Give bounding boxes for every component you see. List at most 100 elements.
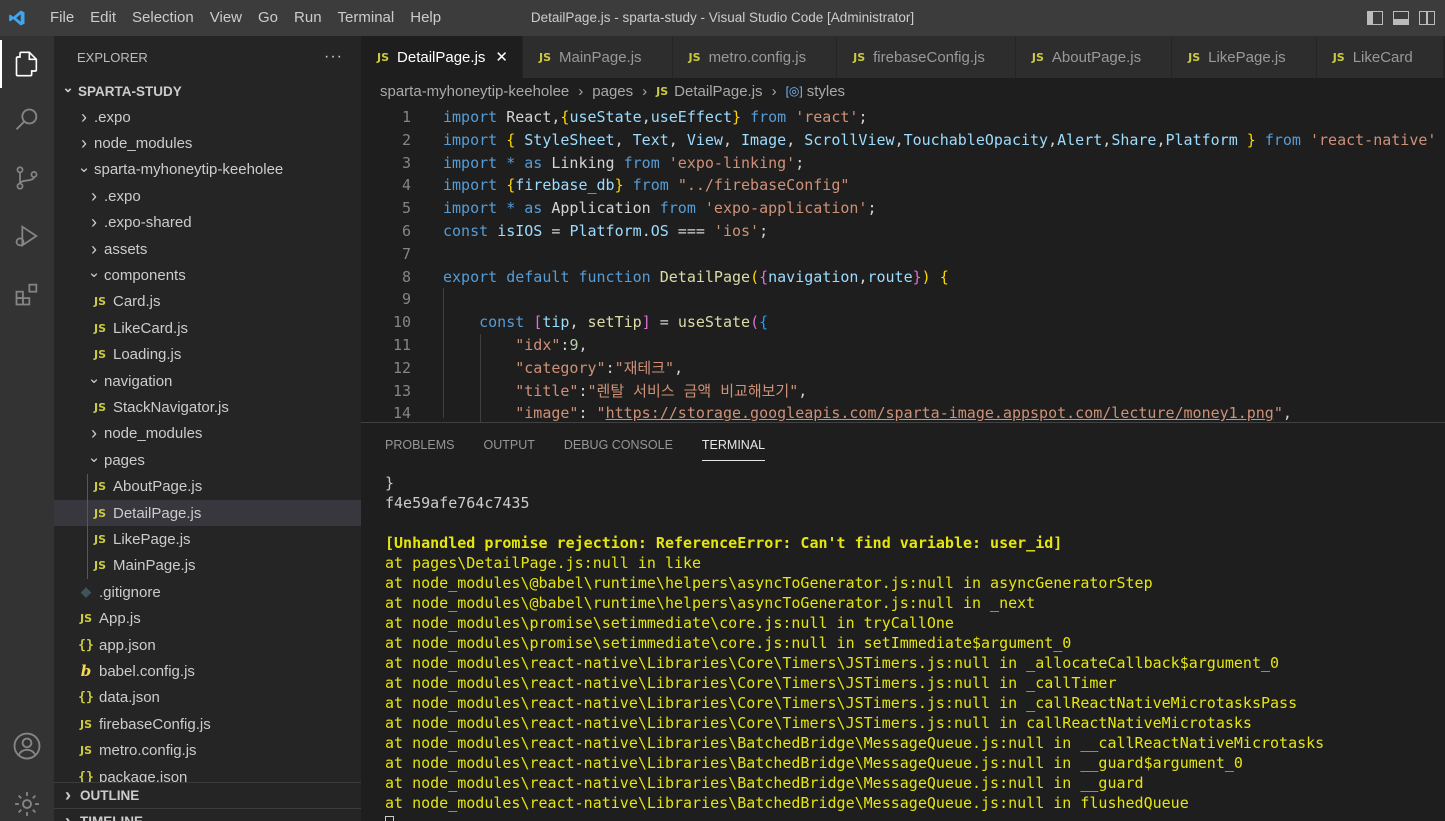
code-token: , bbox=[1048, 131, 1058, 149]
tree-item-label: sparta-myhoneytip-keeholee bbox=[94, 161, 284, 179]
terminal-line: at node_modules\@babel\runtime\helpers\a… bbox=[385, 594, 1036, 612]
toggle-sidebar-icon[interactable] bbox=[1367, 11, 1383, 25]
panel-tab-terminal[interactable]: TERMINAL bbox=[701, 423, 766, 467]
tree-item[interactable]: › node_modules bbox=[54, 421, 361, 447]
code-token: StyleSheet bbox=[524, 131, 615, 149]
code-token: ScrollView bbox=[804, 131, 895, 149]
outline-section[interactable]: › OUTLINE bbox=[54, 782, 361, 808]
tree-item[interactable]: › assets bbox=[54, 236, 361, 262]
menu-go[interactable]: Go bbox=[250, 0, 286, 36]
source-control-icon[interactable] bbox=[0, 154, 54, 202]
terminal-cursor[interactable] bbox=[385, 813, 1324, 821]
search-icon[interactable] bbox=[0, 96, 54, 144]
toggle-panel-icon[interactable] bbox=[1393, 11, 1409, 25]
tree-item[interactable]: JS AboutPage.js bbox=[54, 474, 361, 500]
panel-tab-problems[interactable]: PROBLEMS bbox=[385, 423, 454, 467]
code-token: 'expo-application' bbox=[704, 199, 868, 217]
menu-file[interactable]: File bbox=[42, 0, 82, 36]
breadcrumb-symbol[interactable]: styles bbox=[807, 83, 845, 100]
indent-guide bbox=[443, 288, 444, 418]
js-file-icon: JS bbox=[1188, 50, 1201, 64]
code-token: , bbox=[641, 108, 651, 126]
code-token: Text bbox=[632, 131, 669, 149]
code-token: ) bbox=[921, 268, 931, 286]
tree-item-label: app.json bbox=[99, 636, 156, 654]
tree-item[interactable]: ◆ .gitignore bbox=[54, 579, 361, 605]
split-layout-icon[interactable] bbox=[1419, 11, 1435, 25]
tree-item[interactable]: JS LikePage.js bbox=[54, 526, 361, 552]
panel-tab-debug-console[interactable]: DEBUG CONSOLE bbox=[564, 423, 673, 467]
tab-label: LikePage.js bbox=[1208, 48, 1286, 66]
tree-item[interactable]: {} app.json bbox=[54, 632, 361, 658]
tree-item[interactable]: JS Loading.js bbox=[54, 342, 361, 368]
tree-item[interactable]: JS DetailPage.js bbox=[54, 500, 361, 526]
tree-item[interactable]: JS Card.js bbox=[54, 289, 361, 315]
tree-item-label: firebaseConfig.js bbox=[99, 715, 211, 733]
extensions-icon[interactable] bbox=[0, 270, 54, 318]
terminal-output[interactable]: } f4e59afe764c7435 [Unhandled promise rej… bbox=[385, 473, 1324, 821]
tree-item-label: DetailPage.js bbox=[113, 504, 202, 522]
terminal-line: at node_modules\promise\setimmediate\cor… bbox=[385, 634, 1072, 652]
menu-run[interactable]: Run bbox=[286, 0, 330, 36]
tab-likecard[interactable]: JS LikeCard bbox=[1316, 36, 1444, 78]
js-file-icon: JS bbox=[93, 506, 106, 520]
files-icon[interactable] bbox=[0, 40, 54, 88]
menu-edit[interactable]: Edit bbox=[82, 0, 124, 36]
js-file-icon: JS bbox=[93, 295, 106, 309]
code-text: export default function DetailPage({navi… bbox=[443, 266, 949, 289]
chevron-right-icon: › bbox=[65, 811, 71, 821]
outline-label: OUTLINE bbox=[80, 788, 140, 803]
close-icon[interactable]: ✕ bbox=[495, 48, 508, 66]
tree-item[interactable]: › .expo bbox=[54, 183, 361, 209]
line-number: 11 bbox=[392, 336, 411, 354]
code-token: , bbox=[894, 131, 904, 149]
tree-item[interactable]: ⌄ components bbox=[54, 262, 361, 288]
tab-aboutpage-js[interactable]: JS AboutPage.js bbox=[1015, 36, 1173, 78]
tree-item[interactable]: JS metro.config.js bbox=[54, 738, 361, 764]
timeline-section[interactable]: › TIMELINE bbox=[54, 808, 361, 821]
breadcrumb-subfolder[interactable]: pages bbox=[592, 83, 633, 100]
js-file-icon: JS bbox=[93, 400, 106, 414]
menu-view[interactable]: View bbox=[202, 0, 250, 36]
run-debug-icon[interactable] bbox=[0, 212, 54, 260]
tree-item[interactable]: › node_modules bbox=[54, 130, 361, 156]
tree-item[interactable]: JS LikeCard.js bbox=[54, 315, 361, 341]
account-icon[interactable] bbox=[0, 722, 54, 770]
tab-firebaseconfig-js[interactable]: JS firebaseConfig.js bbox=[837, 36, 1016, 78]
tab-metro-config-js[interactable]: JS metro.config.js bbox=[672, 36, 838, 78]
tree-item[interactable]: JS App.js bbox=[54, 606, 361, 632]
breadcrumb-folder[interactable]: sparta-myhoneytip-keeholee bbox=[380, 83, 569, 100]
tree-item[interactable]: ⌄ pages bbox=[54, 447, 361, 473]
tree-item[interactable]: ⌄ sparta-myhoneytip-keeholee bbox=[54, 157, 361, 183]
settings-gear-icon[interactable] bbox=[0, 780, 54, 821]
tree-root-folder[interactable]: ⌄ SPARTA-STUDY bbox=[54, 78, 361, 104]
js-file-icon: JS bbox=[79, 744, 92, 758]
tree-item[interactable]: JS StackNavigator.js bbox=[54, 394, 361, 420]
code-token: import bbox=[443, 154, 498, 172]
menu-selection[interactable]: Selection bbox=[124, 0, 202, 36]
chevron-down-icon: ⌄ bbox=[77, 158, 91, 176]
panel-tab-output[interactable]: OUTPUT bbox=[483, 423, 534, 467]
tab-likepage-js[interactable]: JS LikePage.js bbox=[1172, 36, 1317, 78]
js-file-icon: JS bbox=[93, 532, 106, 546]
tab-detailpage-js[interactable]: JS DetailPage.js ✕ bbox=[361, 36, 523, 78]
menu-help[interactable]: Help bbox=[402, 0, 449, 36]
tree-item[interactable]: › .expo-shared bbox=[54, 210, 361, 236]
tree-item[interactable]: JS firebaseConfig.js bbox=[54, 711, 361, 737]
tree-item[interactable]: › .expo bbox=[54, 104, 361, 130]
more-actions-icon[interactable]: ··· bbox=[324, 48, 343, 66]
tree-item[interactable]: {} data.json bbox=[54, 685, 361, 711]
breadcrumb-file[interactable]: DetailPage.js bbox=[674, 83, 762, 100]
tree-item[interactable]: ⌄ navigation bbox=[54, 368, 361, 394]
code-token: . bbox=[641, 222, 651, 240]
menu-terminal[interactable]: Terminal bbox=[330, 0, 403, 36]
tree-item[interactable]: b babel.config.js bbox=[54, 658, 361, 684]
tab-mainpage-js[interactable]: JS MainPage.js bbox=[522, 36, 673, 78]
terminal-line: at node_modules\react-native\Libraries\B… bbox=[385, 754, 1243, 772]
tree-item[interactable]: JS MainPage.js bbox=[54, 553, 361, 579]
